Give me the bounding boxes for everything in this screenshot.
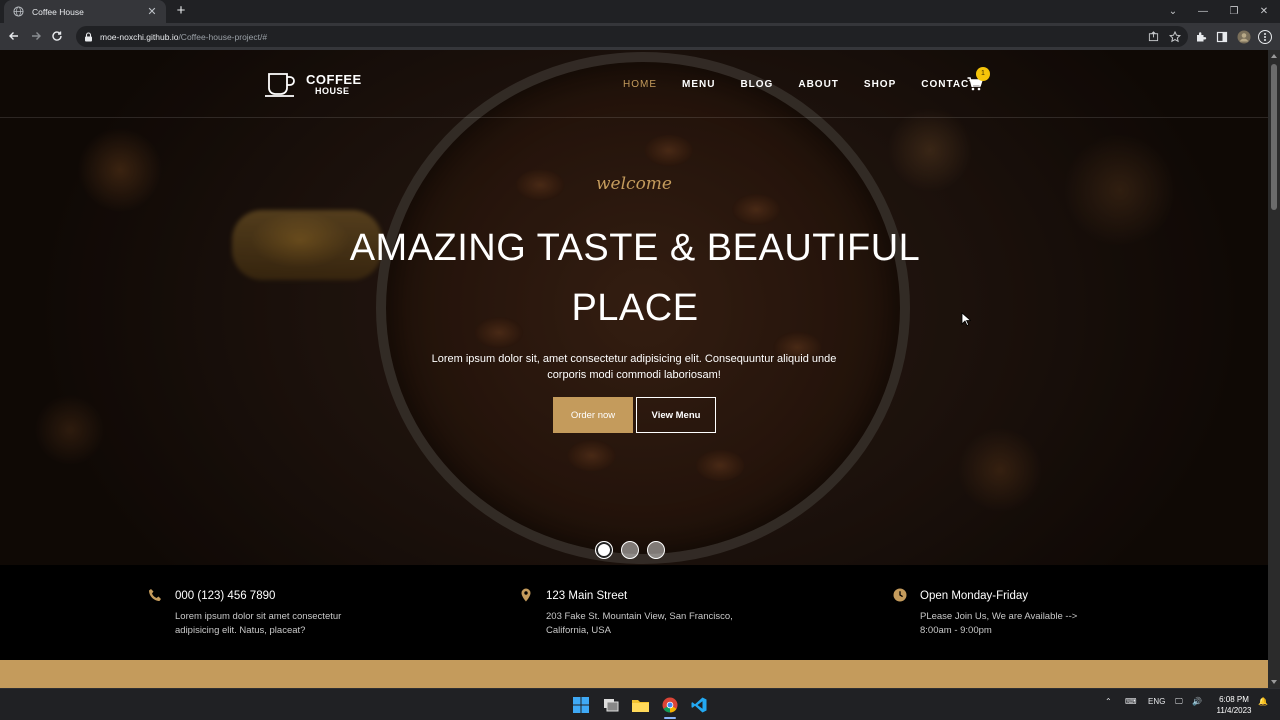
hero-description: Lorem ipsum dolor sit, amet consectetur … bbox=[431, 353, 837, 381]
close-tab-icon[interactable]: ✕ bbox=[146, 5, 158, 18]
site-navbar: COFFEE HOUSE HOME MENU BLOG ABOUT SHOP CONTAC… bbox=[0, 50, 1268, 118]
slider-dot[interactable] bbox=[621, 541, 639, 559]
next-section-band bbox=[0, 660, 1268, 688]
taskbar-clock[interactable]: 6:08 PM 11/4/2023 bbox=[1210, 694, 1258, 716]
coffee-cup-logo-icon bbox=[265, 73, 295, 97]
main-menu: HOME MENU BLOG ABOUT SHOP CONTACT bbox=[623, 79, 1001, 90]
page-viewport: COFFEE HOUSE HOME MENU BLOG ABOUT SHOP CONTAC… bbox=[0, 50, 1268, 688]
tab-title: Coffee House bbox=[32, 6, 84, 17]
file-explorer-icon[interactable] bbox=[630, 695, 650, 715]
logo-text-house: HOUSE bbox=[315, 85, 350, 96]
bookmark-star-icon[interactable] bbox=[1166, 26, 1184, 47]
info-address-title: 123 Main Street bbox=[546, 590, 628, 602]
side-panel-icon[interactable] bbox=[1213, 26, 1231, 47]
forward-icon[interactable] bbox=[26, 26, 46, 46]
browser-tab[interactable]: Coffee House ✕ bbox=[4, 0, 166, 23]
nav-item-menu[interactable]: MENU bbox=[682, 79, 715, 90]
chrome-icon[interactable] bbox=[660, 695, 680, 715]
profile-avatar-icon[interactable] bbox=[1235, 26, 1253, 47]
nav-item-about[interactable]: ABOUT bbox=[798, 79, 839, 90]
info-phone-title: 000 (123) 456 7890 bbox=[175, 590, 276, 602]
scroll-down-icon[interactable] bbox=[1271, 680, 1277, 684]
browser-toolbar: moe-noxchi.github.io/Coffee-house-projec… bbox=[0, 23, 1280, 50]
info-bar: 000 (123) 456 7890 Lorem ipsum dolor sit… bbox=[0, 565, 1268, 660]
tab-search-icon[interactable]: ⌄ bbox=[1158, 0, 1188, 22]
windows-start-icon[interactable] bbox=[571, 695, 591, 715]
keyboard-icon[interactable]: ⌨ bbox=[1125, 697, 1137, 706]
mouse-cursor-icon bbox=[961, 312, 971, 326]
restore-icon[interactable]: ❐ bbox=[1219, 0, 1249, 22]
nav-item-home[interactable]: HOME bbox=[623, 79, 657, 90]
lock-icon[interactable] bbox=[82, 31, 94, 43]
url-host: moe-noxchi.github.io bbox=[100, 31, 179, 42]
view-menu-button[interactable]: View Menu bbox=[636, 397, 716, 433]
language-indicator[interactable]: ENG bbox=[1148, 697, 1165, 706]
back-icon[interactable] bbox=[4, 26, 24, 46]
site-logo[interactable]: COFFEE HOUSE bbox=[264, 70, 362, 98]
network-icon[interactable]: 🖵 bbox=[1175, 697, 1183, 707]
hero-section: COFFEE HOUSE HOME MENU BLOG ABOUT SHOP CONTAC… bbox=[0, 50, 1268, 565]
info-hours-desc: PLease Join Us, We are Available --> 8:0… bbox=[920, 611, 1078, 636]
browser-menu-icon[interactable] bbox=[1256, 26, 1274, 47]
cart-count-badge: 1 bbox=[976, 67, 990, 81]
volume-icon[interactable]: 🔊 bbox=[1192, 697, 1202, 706]
extensions-icon[interactable] bbox=[1192, 26, 1210, 47]
phone-icon bbox=[149, 589, 161, 601]
show-hidden-icons-icon[interactable]: ⌃ bbox=[1105, 697, 1112, 706]
slider-dot[interactable] bbox=[595, 541, 613, 559]
url-path: /Coffee-house-project/# bbox=[178, 31, 268, 42]
share-icon[interactable] bbox=[1144, 26, 1162, 47]
task-view-icon[interactable] bbox=[601, 695, 621, 715]
hero-welcome-script: welcome bbox=[596, 174, 672, 194]
hero-headline: AMAZING TASTE & BEAUTIFUL PLACE bbox=[349, 227, 921, 329]
info-phone-desc: Lorem ipsum dolor sit amet consectetur a… bbox=[175, 611, 342, 636]
clock-time: 6:08 PM bbox=[1219, 695, 1249, 704]
nav-item-shop[interactable]: SHOP bbox=[864, 79, 896, 90]
reload-icon[interactable] bbox=[47, 26, 67, 46]
new-tab-icon[interactable]: + bbox=[173, 2, 189, 20]
map-pin-icon bbox=[521, 588, 531, 602]
scrollbar-thumb[interactable] bbox=[1271, 64, 1277, 210]
chrome-active-indicator bbox=[664, 717, 676, 719]
windows-taskbar: ⌃ ⌨ ENG 🖵 🔊 6:08 PM 11/4/2023 🔔 bbox=[0, 688, 1280, 720]
minimize-icon[interactable]: — bbox=[1188, 0, 1218, 22]
scroll-up-icon[interactable] bbox=[1271, 54, 1277, 58]
close-window-icon[interactable]: ✕ bbox=[1249, 0, 1279, 22]
slider-dot[interactable] bbox=[647, 541, 665, 559]
info-hours-title: Open Monday-Friday bbox=[920, 590, 1029, 602]
vscode-icon[interactable] bbox=[689, 695, 709, 715]
logo-text-coffee: COFFEE bbox=[306, 71, 362, 87]
nav-item-blog[interactable]: BLOG bbox=[740, 79, 773, 90]
clock-icon bbox=[893, 588, 907, 602]
page-scrollbar[interactable] bbox=[1268, 50, 1280, 688]
order-now-button[interactable]: Order now bbox=[553, 397, 633, 433]
clock-date: 11/4/2023 bbox=[1216, 706, 1252, 715]
globe-icon bbox=[12, 6, 24, 18]
address-bar[interactable]: moe-noxchi.github.io/Coffee-house-projec… bbox=[76, 26, 1188, 47]
info-address-desc: 203 Fake St. Mountain View, San Francisc… bbox=[546, 611, 733, 636]
browser-tab-strip: Coffee House ✕ + ⌄ — ❐ ✕ bbox=[0, 0, 1280, 23]
notification-bell-icon[interactable]: 🔔 bbox=[1258, 697, 1268, 706]
